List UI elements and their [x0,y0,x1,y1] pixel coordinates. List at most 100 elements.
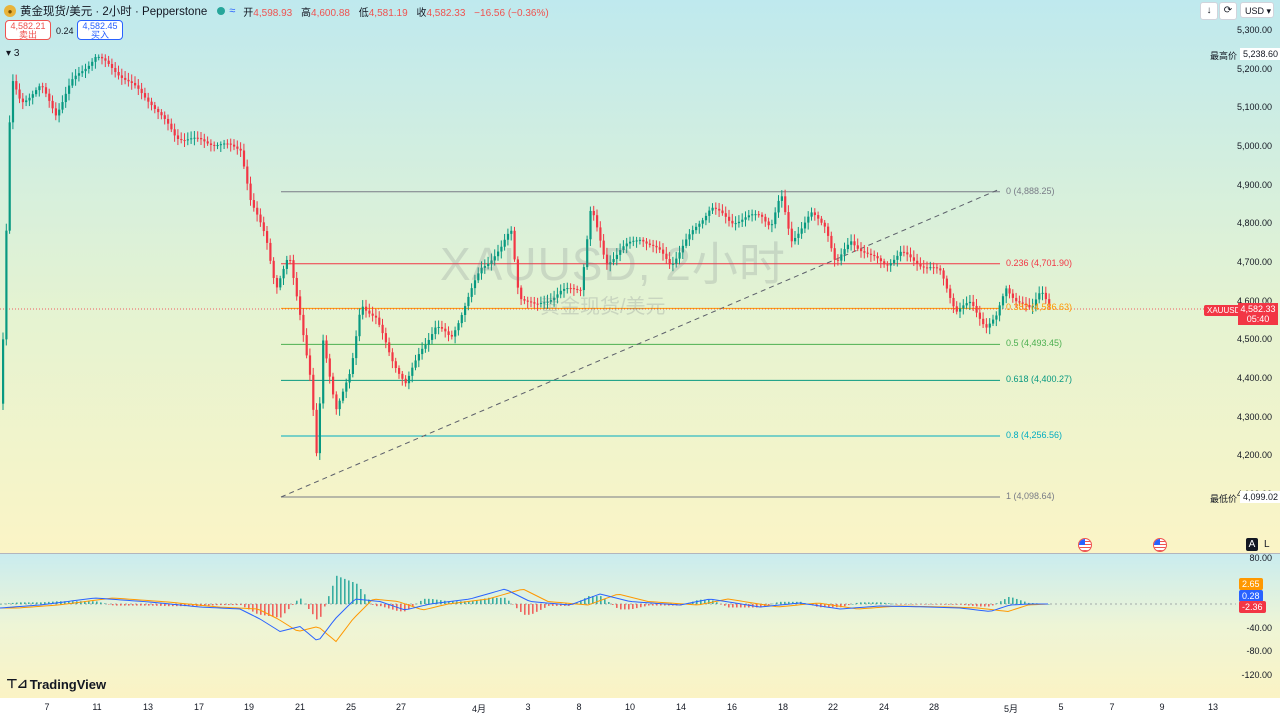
candle-body [388,342,391,353]
candle-body [196,137,199,139]
macd-histogram-bar [284,604,286,614]
currency-select[interactable]: USD ▾ [1240,2,1274,18]
candle-body [160,112,163,116]
candle-body [751,214,754,216]
candle-body [803,222,807,229]
candle-body [939,268,942,271]
candle-body [203,139,206,142]
macd-histogram-bar [496,597,498,604]
macd-histogram-bar [424,598,426,604]
candle-body [863,251,866,253]
candle-body [404,378,407,384]
macd-histogram-bar [636,604,638,609]
candle-body [335,394,338,410]
candle-body [5,230,8,340]
macd-histogram-bar [1024,601,1026,604]
macd-histogram-bar [660,604,662,606]
chart-canvas[interactable] [0,0,1280,715]
candle-body [965,303,968,306]
symbol-title[interactable]: 黄金现货/美元 · 2小时 · Pepperstone [20,3,207,19]
candle-body [995,315,998,320]
candle-body [955,306,958,312]
date-axis-label: 13 [142,702,154,712]
candle-body [381,324,384,334]
macd-axis-label: 80.00 [1249,553,1272,563]
sell-button[interactable]: 4,582.21 卖出 [5,20,51,40]
indicators-toggle[interactable]: ▾ 3 [6,48,19,59]
candle-body [876,256,879,259]
candle-body [444,328,447,332]
macd-histogram-bar [776,602,778,604]
candle-body [18,89,21,99]
buy-button[interactable]: 4,582.45 买入 [77,20,123,40]
candle-body [97,56,100,58]
macd-histogram-bar [152,604,154,606]
candle-body [1005,288,1008,297]
macd-value-tag: 2.65 [1239,578,1263,590]
candle-body [467,296,470,307]
candle-body [830,235,833,249]
macd-histogram-bar [260,604,262,615]
price-axis-label: 5,300.00 [1236,25,1272,35]
candle-body [523,299,526,301]
candle-body [190,138,193,140]
auto-scale-button[interactable]: A [1246,538,1258,551]
candle-body [893,259,896,264]
us-flag-event-icon[interactable] [1078,538,1092,552]
date-axis-label: 11 [92,702,102,712]
candle-body [962,305,965,309]
candle-body [295,277,298,297]
candle-body [833,248,836,260]
macd-histogram-bar [144,604,146,606]
gold-coin-icon: ● [4,5,16,17]
macd-histogram-bar [956,604,958,605]
last-price-value: 4,582.33 [1240,304,1276,314]
macd-histogram-bar [520,604,522,612]
macd-histogram-bar [332,585,334,604]
candle-body [1038,293,1041,300]
candle-body [249,183,252,201]
date-axis-background [0,698,1280,715]
candle-body [120,75,123,78]
candle-body [305,335,308,356]
macd-histogram-bar [224,604,226,606]
macd-histogram-bar [324,604,326,607]
price-axis-label: 4,800.00 [1236,218,1272,229]
candle-body [774,212,777,225]
tradingview-logo[interactable]: ⊤⊿ TradingView [6,676,106,692]
tradingview-logo-icon: ⊤⊿ [6,676,28,691]
candle-body [807,216,810,223]
us-flag-event-icon[interactable] [1153,538,1167,552]
bar-countdown: 05:40 [1246,314,1270,324]
candle-body [988,323,991,328]
candle-body [932,267,935,269]
macd-histogram-bar [160,604,162,606]
candle-body [929,267,932,269]
macd-histogram-bar [924,604,926,605]
macd-histogram-bar [240,604,242,606]
candle-body [820,218,823,223]
low-price-label: 最低价 [1210,494,1238,504]
candle-body [315,409,318,454]
candle-body [978,312,981,319]
fib-level-label: 0.618 (4,400.27) [1006,374,1073,385]
candle-body [348,373,351,383]
macd-histogram-bar [252,604,254,612]
chart-root[interactable]: XAUUSD, 2小时 黄金现货/美元 ● 黄金现货/美元 · 2小时 · Pe… [0,0,1280,715]
download-icon[interactable]: ↓ [1200,2,1218,20]
reload-icon[interactable]: ⟳ [1219,2,1237,20]
macd-histogram-bar [96,601,98,604]
macd-histogram-bar [4,603,6,605]
candle-body [860,248,863,252]
price-axis-label: 5,100.00 [1236,102,1272,113]
candle-body [975,305,978,313]
macd-histogram-bar [88,601,90,604]
macd-histogram-bar [296,600,298,604]
macd-histogram-bar [528,604,530,615]
candle-body [741,219,744,222]
log-scale-button[interactable]: L [1264,538,1270,551]
price-axis-label: 5,000.00 [1236,140,1272,151]
macd-histogram-bar [100,602,102,604]
macd-axis-label: -80.00 [1246,646,1272,656]
macd-histogram-bar [1000,601,1002,604]
